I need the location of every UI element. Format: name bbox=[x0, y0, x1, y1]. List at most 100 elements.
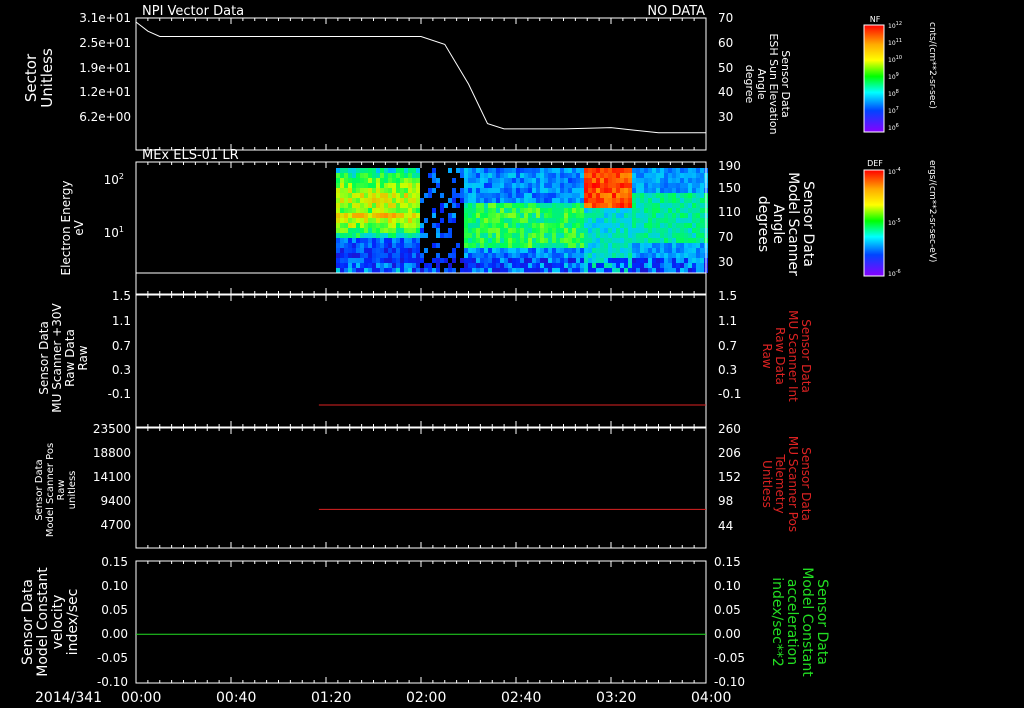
heatmap-cell bbox=[352, 208, 356, 213]
heatmap-cell bbox=[416, 178, 420, 183]
heatmap-cell bbox=[656, 193, 660, 198]
heatmap-cell bbox=[696, 218, 700, 223]
heatmap-cell bbox=[592, 258, 596, 263]
heatmap-cell bbox=[604, 193, 608, 198]
axis-label-line: Sensor Data bbox=[799, 447, 813, 521]
heatmap-cell bbox=[396, 228, 400, 233]
heatmap-cell bbox=[696, 168, 700, 173]
heatmap-cell bbox=[564, 233, 568, 238]
heatmap-cell bbox=[500, 218, 504, 223]
heatmap-cell bbox=[468, 238, 472, 243]
heatmap-cell bbox=[628, 243, 632, 248]
heatmap-cell bbox=[588, 208, 592, 213]
heatmap-cell bbox=[516, 198, 520, 203]
heatmap-cell bbox=[596, 178, 600, 183]
heatmap-cell bbox=[524, 218, 528, 223]
heatmap-cell bbox=[612, 173, 616, 178]
heatmap-cell bbox=[468, 223, 472, 228]
heatmap-cell bbox=[672, 198, 676, 203]
heatmap-cell bbox=[368, 268, 372, 273]
heatmap-cell bbox=[476, 218, 480, 223]
heatmap-cell bbox=[620, 168, 624, 173]
heatmap-cell bbox=[476, 208, 480, 213]
heatmap-cell bbox=[596, 188, 600, 193]
heatmap-cell bbox=[628, 223, 632, 228]
heatmap-cell bbox=[628, 233, 632, 238]
heatmap-cell bbox=[516, 233, 520, 238]
heatmap-cell bbox=[640, 248, 644, 253]
heatmap-cell bbox=[344, 218, 348, 223]
heatmap-cell bbox=[584, 238, 588, 243]
heatmap-cell bbox=[612, 188, 616, 193]
heatmap-cell bbox=[472, 223, 476, 228]
heatmap-cell bbox=[364, 173, 368, 178]
heatmap-cell bbox=[676, 268, 680, 273]
heatmap-cell bbox=[472, 253, 476, 258]
heatmap-cell bbox=[340, 243, 344, 248]
heatmap-cell bbox=[544, 203, 548, 208]
heatmap-cell bbox=[432, 243, 436, 248]
heatmap-cell bbox=[568, 188, 572, 193]
axis-label-line: Sensor Data bbox=[800, 181, 816, 267]
heatmap-cell bbox=[636, 263, 640, 268]
heatmap-cell bbox=[504, 253, 508, 258]
heatmap-cell bbox=[688, 178, 692, 183]
heatmap-cell bbox=[608, 248, 612, 253]
heatmap-cell bbox=[692, 268, 696, 273]
heatmap-cell bbox=[400, 258, 404, 263]
heatmap-cell bbox=[488, 248, 492, 253]
heatmap-cell bbox=[648, 253, 652, 258]
heatmap-cell bbox=[352, 228, 356, 233]
heatmap-cell bbox=[676, 223, 680, 228]
heatmap-cell bbox=[344, 248, 348, 253]
heatmap-cell bbox=[556, 218, 560, 223]
heatmap-cell bbox=[624, 258, 628, 263]
heatmap-cell bbox=[548, 173, 552, 178]
heatmap-cell bbox=[436, 183, 440, 188]
heatmap-cell bbox=[368, 178, 372, 183]
heatmap-cell bbox=[400, 183, 404, 188]
heatmap-cell bbox=[608, 198, 612, 203]
heatmap-cell bbox=[516, 178, 520, 183]
heatmap-cell bbox=[468, 253, 472, 258]
heatmap-cell bbox=[384, 203, 388, 208]
heatmap-cell bbox=[640, 243, 644, 248]
heatmap-cell bbox=[364, 223, 368, 228]
heatmap-cell bbox=[668, 218, 672, 223]
heatmap-cell bbox=[700, 173, 704, 178]
heatmap-cell bbox=[628, 218, 632, 223]
heatmap-cell bbox=[592, 178, 596, 183]
heatmap-cell bbox=[480, 208, 484, 213]
heatmap-cell bbox=[600, 238, 604, 243]
heatmap-cell bbox=[408, 258, 412, 263]
heatmap-cell bbox=[356, 223, 360, 228]
heatmap-cell bbox=[464, 238, 468, 243]
heatmap-cell bbox=[408, 168, 412, 173]
heatmap-cell bbox=[408, 248, 412, 253]
heatmap-cell bbox=[384, 228, 388, 233]
heatmap-cell bbox=[344, 188, 348, 193]
heatmap-cell bbox=[608, 223, 612, 228]
heatmap-cell bbox=[656, 198, 660, 203]
y2-tick-label: 0.7 bbox=[718, 339, 737, 353]
heatmap-cell bbox=[652, 228, 656, 233]
heatmap-cell bbox=[336, 198, 340, 203]
heatmap-cell bbox=[664, 253, 668, 258]
heatmap-cell bbox=[404, 258, 408, 263]
heatmap-cell bbox=[532, 233, 536, 238]
heatmap-cell bbox=[504, 178, 508, 183]
heatmap-cell bbox=[396, 253, 400, 258]
heatmap-cell bbox=[584, 168, 588, 173]
heatmap-cell bbox=[672, 203, 676, 208]
heatmap-cell bbox=[400, 208, 404, 213]
heatmap-cell bbox=[412, 248, 416, 253]
heatmap-cell bbox=[680, 168, 684, 173]
y2-tick-label: 0.3 bbox=[718, 363, 737, 377]
heatmap-cell bbox=[572, 268, 576, 273]
heatmap-cell bbox=[436, 178, 440, 183]
heatmap-cell bbox=[680, 258, 684, 263]
heatmap-cell bbox=[668, 213, 672, 218]
heatmap-cell bbox=[380, 258, 384, 263]
heatmap-cell bbox=[464, 188, 468, 193]
heatmap-cell bbox=[552, 228, 556, 233]
